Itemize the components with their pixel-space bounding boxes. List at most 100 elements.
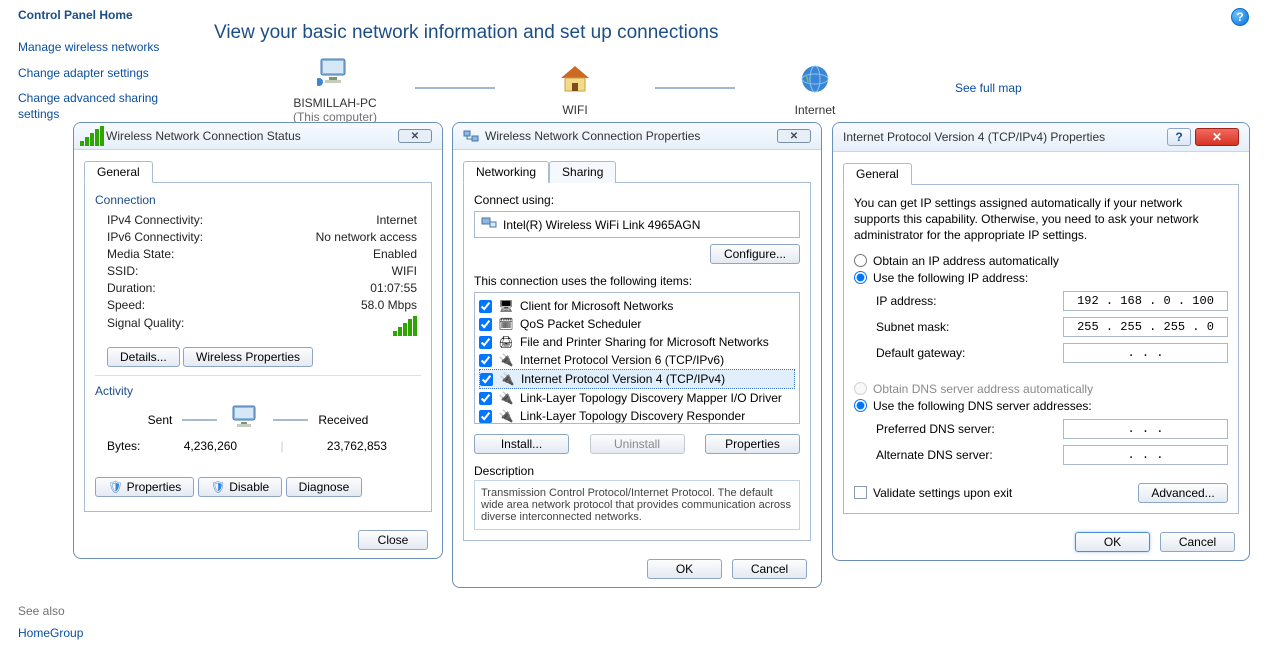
list-item[interactable]: 🖥 Client for Microsoft Networks xyxy=(479,297,795,315)
wireless-properties-button[interactable]: Wireless Properties xyxy=(183,347,313,367)
ok-button[interactable]: OK xyxy=(647,559,722,579)
properties-button[interactable]: 🛡 Properties xyxy=(95,477,194,497)
ok-button[interactable]: OK xyxy=(1075,532,1150,552)
context-help-button[interactable]: ? xyxy=(1167,128,1191,146)
window-connection-properties: Wireless Network Connection Properties ✕… xyxy=(452,122,822,588)
map-node-pc: BISMILLAH-PC (This computer) xyxy=(270,52,400,124)
map-pc-name: BISMILLAH-PC xyxy=(270,96,400,110)
ssid-value: WIFI xyxy=(392,264,417,278)
section-activity: Activity xyxy=(95,384,421,398)
ip-address-input[interactable]: 192 . 168 . 0 . 100 xyxy=(1063,291,1228,311)
item-label: QoS Packet Scheduler xyxy=(520,317,641,331)
close-button[interactable]: ✕ xyxy=(1195,128,1239,146)
protocol-icon: 🔌 xyxy=(499,371,515,387)
media-label: Media State: xyxy=(107,247,174,261)
window-ipv4-properties: Internet Protocol Version 4 (TCP/IPv4) P… xyxy=(832,122,1250,561)
map-internet-name: Internet xyxy=(750,103,880,117)
share-icon: 🖨 xyxy=(498,334,514,350)
see-full-map-link[interactable]: See full map xyxy=(955,81,1022,95)
items-label: This connection uses the following items… xyxy=(474,274,800,288)
item-label: Internet Protocol Version 6 (TCP/IPv6) xyxy=(520,353,724,367)
list-item[interactable]: 🗓QoS Packet Scheduler xyxy=(479,315,795,333)
item-checkbox[interactable] xyxy=(479,354,492,367)
cancel-button[interactable]: Cancel xyxy=(732,559,807,579)
preferred-dns-input[interactable]: . . . xyxy=(1063,419,1228,439)
activity-computer-icon xyxy=(227,404,263,435)
tab-general[interactable]: General xyxy=(84,161,153,183)
components-list[interactable]: 🖥 Client for Microsoft Networks 🗓QoS Pack… xyxy=(474,292,800,424)
ssid-label: SSID: xyxy=(107,264,138,278)
validate-label: Validate settings upon exit xyxy=(873,486,1012,500)
item-checkbox[interactable] xyxy=(480,373,493,386)
network-map: BISMILLAH-PC (This computer) WIFI Intern… xyxy=(270,52,1022,124)
advanced-button[interactable]: Advanced... xyxy=(1138,483,1228,503)
cancel-button[interactable]: Cancel xyxy=(1160,532,1235,552)
close-button[interactable]: ✕ xyxy=(777,129,811,143)
configure-button[interactable]: Configure... xyxy=(710,244,800,264)
preferred-dns-label: Preferred DNS server: xyxy=(876,422,995,436)
ipv4-label: IPv4 Connectivity: xyxy=(107,213,203,227)
radio-obtain-ip-auto[interactable] xyxy=(854,254,867,267)
page-title: View your basic network information and … xyxy=(214,22,718,44)
item-label: Link-Layer Topology Discovery Responder xyxy=(520,409,745,423)
computer-icon xyxy=(315,52,355,92)
window-title: Internet Protocol Version 4 (TCP/IPv4) P… xyxy=(843,130,1167,144)
sidebar-link-advanced-sharing[interactable]: Change advanced sharing settings xyxy=(18,91,193,122)
house-icon xyxy=(555,59,595,99)
tab-networking[interactable]: Networking xyxy=(463,161,549,183)
tab-sharing[interactable]: Sharing xyxy=(549,161,616,183)
sent-label: Sent xyxy=(148,413,173,427)
disable-button[interactable]: 🛡 Disable xyxy=(198,477,283,497)
map-connection-line xyxy=(415,87,495,89)
sidebar-title: Control Panel Home xyxy=(18,8,193,22)
subnet-mask-input[interactable]: 255 . 255 . 255 . 0 xyxy=(1063,317,1228,337)
radio-label: Obtain DNS server address automatically xyxy=(873,382,1093,396)
item-checkbox[interactable] xyxy=(479,300,492,313)
default-gateway-label: Default gateway: xyxy=(876,346,965,360)
install-button[interactable]: Install... xyxy=(474,434,569,454)
details-button[interactable]: Details... xyxy=(107,347,180,367)
duration-value: 01:07:55 xyxy=(370,281,417,295)
signal-icon xyxy=(84,128,100,144)
item-checkbox[interactable] xyxy=(479,392,492,405)
list-item[interactable]: 🔌Link-Layer Topology Discovery Responder xyxy=(479,407,795,424)
validate-checkbox[interactable] xyxy=(854,486,867,499)
bytes-label: Bytes: xyxy=(107,439,140,453)
item-label: Client for Microsoft Networks xyxy=(520,299,673,313)
close-button[interactable]: ✕ xyxy=(398,129,432,143)
alternate-dns-input[interactable]: . . . xyxy=(1063,445,1228,465)
radio-use-following-dns[interactable] xyxy=(854,399,867,412)
map-wifi-name: WIFI xyxy=(510,103,640,117)
section-connection: Connection xyxy=(95,193,421,207)
sidebar-link-manage-wireless[interactable]: Manage wireless networks xyxy=(18,40,193,56)
description-label: Description xyxy=(474,464,800,478)
list-item[interactable]: 🖨 File and Printer Sharing for Microsoft … xyxy=(479,333,795,351)
item-checkbox[interactable] xyxy=(479,336,492,349)
tab-general[interactable]: General xyxy=(843,163,912,185)
list-item[interactable]: 🔌Link-Layer Topology Discovery Mapper I/… xyxy=(479,389,795,407)
item-checkbox[interactable] xyxy=(479,318,492,331)
close-button-bottom[interactable]: Close xyxy=(358,530,428,550)
sidebar-link-change-adapter[interactable]: Change adapter settings xyxy=(18,66,193,82)
radio-use-following-ip[interactable] xyxy=(854,271,867,284)
speed-value: 58.0 Mbps xyxy=(361,298,417,312)
globe-icon xyxy=(795,59,835,99)
map-node-wifi: WIFI xyxy=(510,59,640,117)
default-gateway-input[interactable]: . . . xyxy=(1063,343,1228,363)
item-label: File and Printer Sharing for Microsoft N… xyxy=(520,335,769,349)
map-node-internet: Internet xyxy=(750,59,880,117)
control-panel-sidebar: Control Panel Home Manage wireless netwo… xyxy=(18,8,193,132)
signal-bars-icon xyxy=(393,316,417,339)
help-icon[interactable]: ? xyxy=(1231,8,1249,26)
sidebar-link-homegroup[interactable]: HomeGroup xyxy=(18,626,83,642)
item-checkbox[interactable] xyxy=(479,410,492,423)
blurb-text: You can get IP settings assigned automat… xyxy=(854,195,1228,244)
client-icon: 🖥 xyxy=(498,298,514,314)
network-icon xyxy=(463,128,479,144)
component-properties-button[interactable]: Properties xyxy=(705,434,800,454)
uninstall-button: Uninstall xyxy=(590,434,685,454)
list-item[interactable]: 🔌Internet Protocol Version 6 (TCP/IPv6) xyxy=(479,351,795,369)
list-item-selected[interactable]: 🔌Internet Protocol Version 4 (TCP/IPv4) xyxy=(479,369,795,389)
diagnose-button[interactable]: Diagnose xyxy=(286,477,363,497)
window-title: Wireless Network Connection Properties xyxy=(485,129,777,143)
